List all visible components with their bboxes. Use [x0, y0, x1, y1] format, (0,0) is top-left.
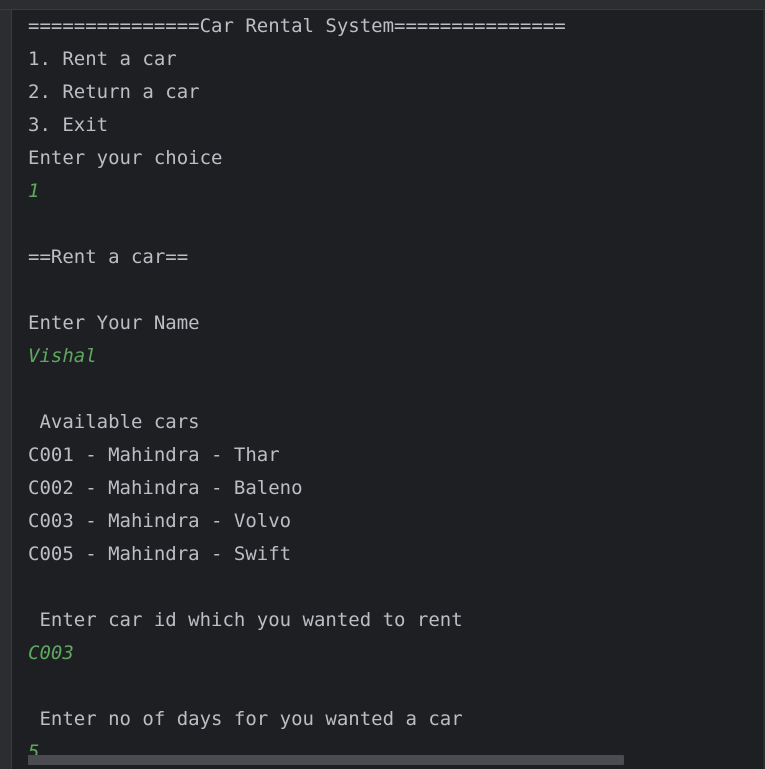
console-user-input: C003 [28, 642, 74, 664]
console-output-line: ===============Car Rental System========… [28, 15, 566, 37]
console-output-line: Enter car id which you wanted to rent [28, 609, 463, 631]
console-output-line: 2. Return a car [28, 81, 200, 103]
console-output-line: Available cars [28, 411, 200, 433]
console-user-input: Vishal [28, 345, 97, 367]
console-output-line: ==Rent a car== [28, 246, 189, 268]
console-user-input: 1 [28, 180, 40, 202]
console-output-line: C003 - Mahindra - Volvo [28, 510, 292, 532]
console-output-line: C001 - Mahindra - Thar [28, 444, 280, 466]
console-output[interactable]: ===============Car Rental System========… [28, 10, 761, 769]
console-output-line: 3. Exit [28, 114, 109, 136]
console-output-line: Enter Your Name [28, 312, 200, 334]
console-gutter [0, 10, 12, 769]
console-output-line: C005 - Mahindra - Swift [28, 543, 292, 565]
horizontal-scrollbar-thumb[interactable] [28, 755, 624, 765]
console-output-line: 1. Rent a car [28, 48, 177, 70]
panel-header-edge [0, 0, 765, 10]
console-output-line: Enter your choice [28, 147, 223, 169]
console-output-line: Enter no of days for you wanted a car [28, 708, 463, 730]
console-output-line: C002 - Mahindra - Baleno [28, 477, 303, 499]
run-console-window: ===============Car Rental System========… [0, 0, 765, 769]
